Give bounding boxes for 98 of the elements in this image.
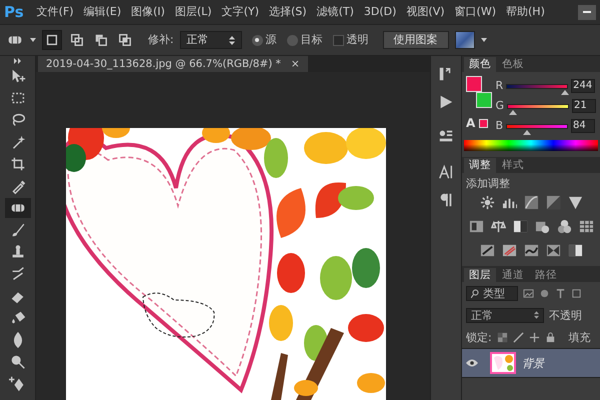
diagonal-square-icon[interactable]	[502, 242, 516, 258]
layer-filter-dropdown[interactable]: 类型	[466, 286, 518, 301]
menu-item[interactable]: 选择(S)	[264, 5, 312, 19]
pattern-swatch[interactable]	[454, 31, 475, 49]
overlapping-squares-icon	[94, 33, 108, 47]
patch-mode-dropdown[interactable]: 正常	[180, 31, 242, 49]
channel-value-field[interactable]: 84	[571, 119, 596, 133]
menu-item[interactable]: 图层(L)	[170, 5, 217, 19]
menu-item[interactable]: 编辑(E)	[78, 5, 126, 19]
play-icon[interactable]	[438, 94, 454, 110]
blend-mode-dropdown[interactable]: 正常	[466, 308, 544, 323]
lollipop-icon	[8, 353, 26, 371]
radio-label: 目标	[300, 33, 323, 47]
channel-value-field[interactable]: 21	[572, 99, 596, 113]
menu-item[interactable]: 文字(Y)	[216, 5, 264, 19]
menu-item[interactable]: 文件(F)	[32, 5, 79, 19]
panel-tab[interactable]: 样式	[497, 158, 529, 173]
fill-label: 填充	[568, 330, 591, 344]
menu-item[interactable]: 窗口(W)	[450, 5, 501, 19]
radio-button[interactable]	[252, 34, 263, 46]
caret-icon[interactable]	[30, 38, 36, 42]
caret-icon[interactable]	[480, 38, 487, 42]
channel-label: G	[495, 99, 504, 113]
circle-icon[interactable]	[539, 288, 550, 299]
use-pattern-button[interactable]: 使用图案	[382, 31, 449, 49]
properties-icon[interactable]	[438, 128, 454, 144]
updown-caret-icon	[228, 36, 235, 44]
lock-label: 锁定:	[466, 330, 492, 344]
panel-tab[interactable]: 调整	[464, 158, 496, 173]
scale-icon[interactable]	[490, 218, 506, 234]
tool-button[interactable]	[4, 198, 30, 218]
menu-item[interactable]: 滤镜(T)	[312, 5, 359, 19]
minimize-button[interactable]	[578, 4, 596, 20]
pen-nib-icon	[8, 375, 26, 393]
overlapping-squares-icon	[70, 33, 84, 47]
checkbox[interactable]	[332, 34, 344, 46]
overlapping-squares-icon	[118, 33, 132, 47]
opacity-label: 不透明	[549, 308, 582, 322]
grid-icon[interactable]	[578, 218, 594, 234]
checker-icon[interactable]	[496, 332, 508, 343]
menu-item[interactable]: 图像(I)	[126, 5, 170, 19]
gradient-square-icon[interactable]	[468, 218, 484, 234]
slider-thumb[interactable]	[522, 130, 531, 134]
slider-thumb[interactable]	[508, 110, 517, 114]
wave-square-icon[interactable]	[524, 242, 538, 258]
gamut-warning: A	[466, 116, 476, 130]
three-circles-icon[interactable]	[556, 218, 572, 234]
updown-caret-icon	[534, 311, 539, 320]
gradient-bar-icon[interactable]	[568, 242, 582, 258]
color-spectrum[interactable]	[464, 140, 598, 151]
foreground-color-swatch[interactable]	[466, 76, 482, 92]
document-tab[interactable]: 2019-04-30_113628.jpg @ 66.7%(RGB/8#) * ×	[38, 56, 308, 72]
menu-item[interactable]: 视图(V)	[401, 5, 450, 19]
panel-tab[interactable]: 色板	[497, 57, 529, 72]
panel-heading: 添加调整	[465, 176, 511, 190]
layer-row[interactable]: 背景	[462, 348, 600, 378]
channel-value-field[interactable]: 244	[571, 79, 596, 93]
character-icon[interactable]	[438, 164, 454, 180]
double-arrow-icon[interactable]	[14, 58, 22, 64]
move-icon[interactable]	[528, 332, 540, 343]
image-icon[interactable]	[523, 288, 534, 299]
menu-item[interactable]: 帮助(H)	[501, 5, 550, 19]
menu-item[interactable]: 3D(D)	[358, 5, 402, 19]
radio-label: 源	[266, 33, 277, 47]
background-color-swatch[interactable]	[476, 92, 492, 108]
bowtie-square-icon[interactable]	[546, 242, 560, 258]
radio-button[interactable]	[286, 34, 298, 46]
square-icon	[45, 33, 59, 47]
layer-name[interactable]: 背景	[522, 356, 544, 370]
app-logo: Ps	[4, 3, 24, 21]
lock-icon[interactable]	[544, 332, 556, 343]
eye-icon[interactable]	[466, 359, 478, 368]
color-swatch	[479, 118, 488, 128]
triangle-icon[interactable]	[568, 194, 582, 210]
crop-icon	[8, 155, 26, 173]
selection-mode-button[interactable]	[68, 31, 86, 49]
panel-tab[interactable]: 颜色	[464, 57, 496, 72]
curve-icon[interactable]	[524, 194, 538, 210]
search-icon	[471, 288, 479, 298]
patch-label: 修补:	[148, 33, 174, 47]
channel-label: B	[495, 119, 504, 133]
exposure-icon[interactable]	[546, 194, 560, 210]
half-square-icon[interactable]	[512, 218, 528, 234]
panel-tab[interactable]: 图层	[464, 268, 496, 282]
type-icon[interactable]	[555, 288, 566, 299]
square-icon[interactable]	[571, 288, 582, 299]
panel-tab[interactable]: 路径	[530, 268, 562, 282]
sun-icon[interactable]	[480, 194, 494, 210]
layer-thumbnail	[490, 352, 516, 374]
channel-label: R	[495, 79, 504, 93]
selection-mode-button[interactable]	[42, 30, 62, 50]
panel-tab[interactable]: 通道	[497, 268, 529, 282]
checkbox-label: 透明	[346, 33, 369, 47]
close-button[interactable]: ×	[290, 58, 300, 70]
paragraph-icon[interactable]	[438, 192, 454, 208]
brush-icon[interactable]	[512, 332, 524, 343]
selection-mode-button[interactable]	[116, 31, 134, 49]
diagonal-square-icon[interactable]	[480, 242, 494, 258]
